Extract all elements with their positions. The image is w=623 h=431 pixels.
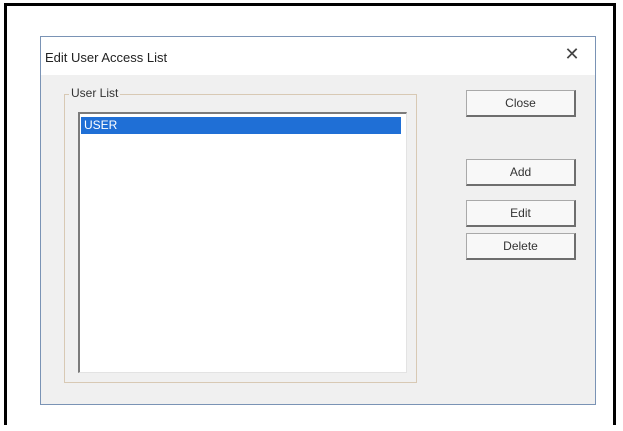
dialog-title: Edit User Access List [45, 50, 168, 65]
user-listbox[interactable]: USER [78, 112, 407, 373]
add-button[interactable]: Add [466, 159, 576, 186]
edit-button[interactable]: Edit [466, 200, 576, 227]
delete-button[interactable]: Delete [466, 233, 576, 260]
title-bar: Edit User Access List ✕ [41, 37, 595, 75]
user-list-label: User List [69, 86, 121, 100]
edit-user-access-dialog: Edit User Access List ✕ User List USER C… [40, 36, 596, 405]
list-item[interactable]: USER [81, 117, 401, 134]
close-icon[interactable]: ✕ [561, 43, 583, 65]
close-button[interactable]: Close [466, 90, 576, 117]
